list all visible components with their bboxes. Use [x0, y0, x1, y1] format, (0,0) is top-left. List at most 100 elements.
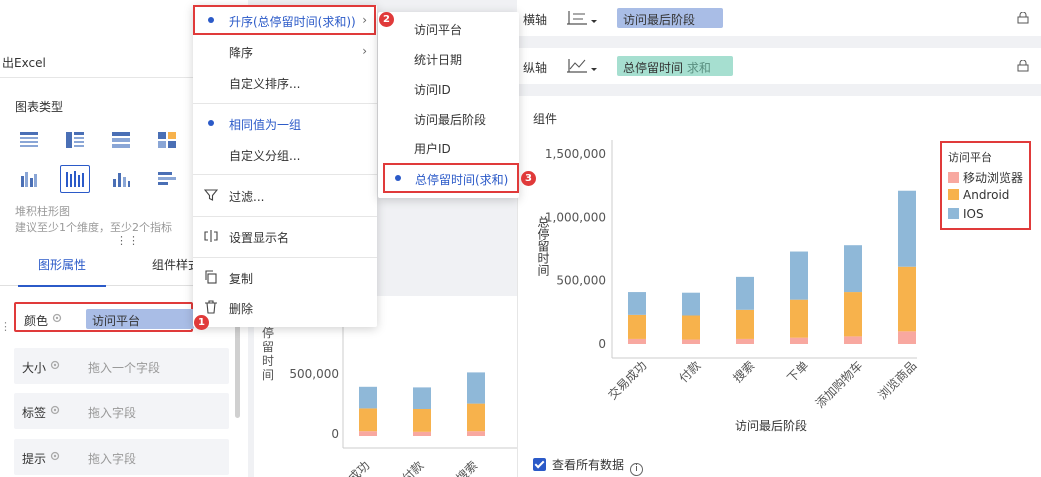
- prop-row-label[interactable]: 标签 拖入字段: [14, 393, 229, 429]
- x-axis-row: 横轴 访问最后阶段: [517, 0, 1041, 36]
- stacked-bar-icon[interactable]: [60, 165, 90, 193]
- prop-row-tooltip[interactable]: 提示 拖入字段: [14, 439, 229, 475]
- legend-item-android[interactable]: Android: [948, 188, 1009, 202]
- grouped-bar-icon[interactable]: [14, 165, 44, 193]
- x-axis-sort-icon[interactable]: [565, 8, 599, 28]
- prop-row-color[interactable]: 颜色 访问平台: [14, 302, 194, 332]
- bar-segment-0[interactable]: [628, 338, 646, 344]
- size-drop-placeholder[interactable]: 拖入一个字段: [88, 359, 160, 376]
- copy-icon: [205, 270, 217, 284]
- gear-icon[interactable]: [50, 405, 60, 415]
- gear-icon[interactable]: [50, 451, 60, 461]
- menu-divider: [193, 216, 377, 217]
- resize-handle[interactable]: ⋮⋮: [116, 234, 140, 247]
- bar-segment-0[interactable]: [898, 331, 916, 344]
- step-badge-2: 2: [379, 12, 394, 27]
- export-excel-label[interactable]: 出Excel: [2, 54, 46, 71]
- kpi-card-icon[interactable]: [152, 126, 182, 154]
- table-chart-icon[interactable]: [14, 126, 44, 154]
- column-chart-icon[interactable]: [106, 165, 136, 193]
- bar-segment-1[interactable]: [790, 299, 808, 338]
- mid-bar-segment-2: [413, 387, 431, 409]
- bar-segment-0[interactable]: [736, 338, 754, 344]
- y-axis-lock-icon[interactable]: [1017, 60, 1029, 72]
- info-icon[interactable]: i: [630, 463, 644, 476]
- bar-segment-0[interactable]: [844, 336, 862, 344]
- menu-display-name-label: 设置显示名: [229, 231, 290, 245]
- bar-segment-2[interactable]: [628, 292, 646, 315]
- tooltip-drop-placeholder[interactable]: 拖入字段: [88, 450, 136, 467]
- bar-segment-2[interactable]: [898, 190, 916, 267]
- prop-color-label: 颜色: [24, 314, 49, 328]
- trash-icon: [205, 300, 217, 314]
- menu-item-display-name[interactable]: 设置显示名: [193, 221, 377, 251]
- bar-segment-2[interactable]: [844, 245, 862, 293]
- bar-segment-2[interactable]: [682, 292, 700, 316]
- mid-bar-segment-0: [359, 431, 377, 436]
- bar-segment-1[interactable]: [628, 314, 646, 339]
- y-tick-label: 500,000: [556, 274, 606, 288]
- x-category-label: 交易成功: [605, 358, 650, 403]
- submenu-item-total-time[interactable]: 总停留时间(求和): [383, 163, 519, 193]
- view-all-data-checkbox[interactable]: 查看所有数据 i: [533, 456, 644, 476]
- menu-item-filter[interactable]: 过滤...: [193, 180, 377, 210]
- color-field-value: 访问平台: [92, 314, 141, 328]
- legend-label-android: Android: [963, 188, 1010, 202]
- submenu-item-last-stage[interactable]: 访问最后阶段: [378, 103, 519, 133]
- bar-segment-2[interactable]: [790, 251, 808, 300]
- menu-item-custom-group[interactable]: 自定义分组...: [193, 139, 377, 169]
- axis-config-bar: 横轴 访问最后阶段 纵轴 总停留时间 求和: [517, 0, 1041, 96]
- mid-bar-segment-0: [467, 431, 485, 436]
- checkbox-checked-icon[interactable]: [533, 458, 546, 471]
- view-all-label: 查看所有数据: [552, 458, 625, 472]
- y-axis-field-chip[interactable]: 总停留时间 求和: [617, 56, 733, 76]
- menu-item-delete[interactable]: 删除: [193, 292, 377, 322]
- mid-bar-segment-0: [413, 431, 431, 436]
- step-badge-1: 1: [194, 315, 209, 330]
- x-axis-field-chip[interactable]: 访问最后阶段: [617, 8, 723, 28]
- x-axis-label: 横轴: [523, 13, 548, 27]
- submenu-item-date[interactable]: 统计日期: [378, 43, 519, 73]
- field-context-menu: 升序(总停留时间(求和)) › 降序 › 自定义排序... 相同值为一组 自定义…: [193, 5, 377, 327]
- rename-icon: [204, 230, 218, 242]
- x-axis-title: 访问最后阶段: [735, 418, 807, 433]
- menu-item-group-same[interactable]: 相同值为一组: [193, 108, 377, 138]
- menu-item-descending[interactable]: 降序 ›: [193, 36, 377, 66]
- tab-graph-properties[interactable]: 图形属性: [0, 248, 124, 287]
- label-drop-placeholder[interactable]: 拖入字段: [88, 404, 136, 421]
- detail-table-icon[interactable]: [106, 126, 136, 154]
- bar-segment-0[interactable]: [682, 339, 700, 344]
- submenu-last-stage-label: 访问最后阶段: [414, 113, 487, 127]
- submenu-item-visit-id[interactable]: 访问ID: [378, 73, 519, 103]
- cross-table-icon[interactable]: [60, 126, 90, 154]
- bar-segment-0[interactable]: [790, 337, 808, 344]
- legend-item-mobile[interactable]: 移动浏览器: [948, 169, 1023, 185]
- drag-handle[interactable]: ⋮: [0, 320, 11, 333]
- y-axis-sort-icon[interactable]: [565, 56, 599, 76]
- bar-segment-1[interactable]: [736, 309, 754, 339]
- legend-title: 访问平台: [948, 151, 992, 164]
- bar-segment-2[interactable]: [736, 276, 754, 310]
- submenu-date-label: 统计日期: [414, 53, 463, 67]
- menu-item-copy[interactable]: 复制: [193, 262, 377, 292]
- prop-size-label: 大小: [22, 361, 47, 375]
- chart-type-name: 堆积柱形图: [15, 205, 70, 218]
- horizontal-bar-icon[interactable]: [152, 165, 182, 193]
- y-tick-label: 0: [598, 337, 606, 351]
- gear-icon[interactable]: [52, 313, 62, 323]
- y-axis-field-value: 总停留时间 求和: [623, 59, 711, 76]
- color-field-chip[interactable]: 访问平台: [86, 309, 194, 329]
- prop-row-size[interactable]: 大小 拖入一个字段: [14, 348, 229, 384]
- bar-segment-1[interactable]: [682, 315, 700, 340]
- bar-segment-1[interactable]: [898, 266, 916, 332]
- submenu-item-user-id[interactable]: 用户ID: [378, 132, 519, 162]
- y-field-name: 总停留时间: [623, 61, 684, 75]
- gear-icon[interactable]: [50, 360, 60, 370]
- y-axis-row: 纵轴 总停留时间 求和: [517, 48, 1041, 84]
- legend-item-ios[interactable]: IOS: [948, 207, 984, 221]
- submenu-visit-id-label: 访问ID: [414, 83, 451, 97]
- x-axis-lock-icon[interactable]: [1017, 12, 1029, 24]
- menu-item-custom-sort[interactable]: 自定义排序...: [193, 67, 377, 97]
- bar-segment-1[interactable]: [844, 292, 862, 337]
- submenu-item-platform[interactable]: 访问平台: [378, 13, 519, 43]
